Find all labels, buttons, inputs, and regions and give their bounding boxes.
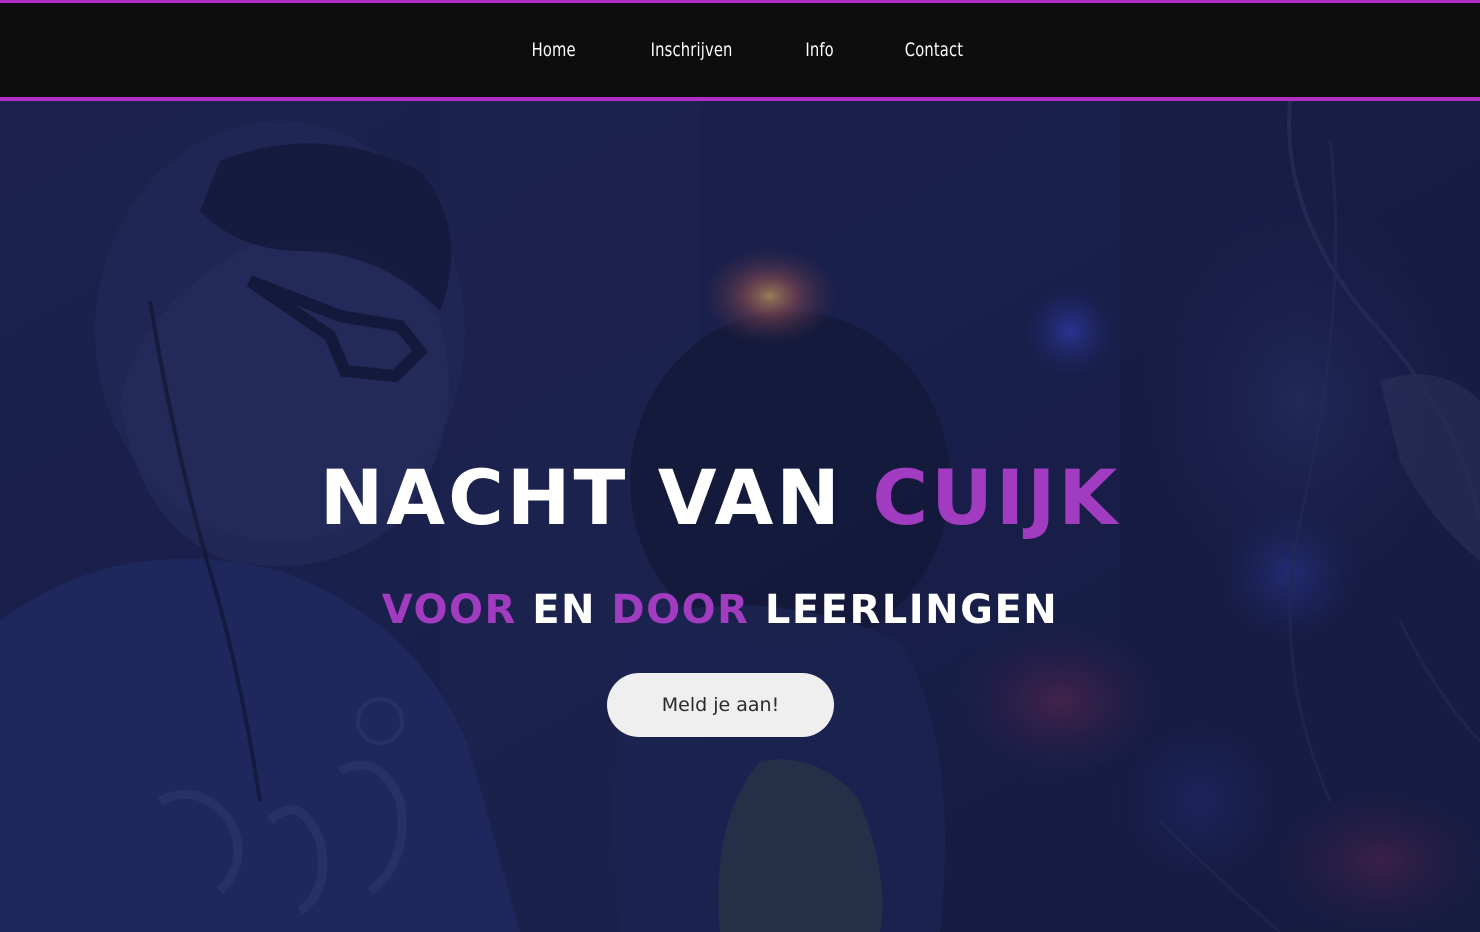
hero-section: NACHT VAN CUIJK VOOR EN DOOR LEERLINGEN …	[0, 101, 1480, 932]
signup-button[interactable]: Meld je aan!	[607, 673, 834, 737]
hero-title-white: NACHT VAN	[319, 453, 873, 542]
main-navigation: Home Inschrijven Info Contact	[0, 3, 1480, 97]
top-navbar: Home Inschrijven Info Contact	[0, 0, 1480, 101]
subtitle-leerlingen: LEERLINGEN	[749, 587, 1059, 633]
hero-content: NACHT VAN CUIJK VOOR EN DOOR LEERLINGEN …	[0, 101, 1480, 932]
nav-item-info[interactable]: Info	[805, 39, 834, 61]
hero-subtitle: VOOR EN DOOR LEERLINGEN	[0, 587, 1440, 633]
nav-item-home[interactable]: Home	[532, 39, 576, 61]
subtitle-voor: VOOR	[381, 587, 517, 633]
hero-title-accent: CUIJK	[872, 453, 1121, 542]
nav-item-inschrijven[interactable]: Inschrijven	[650, 39, 732, 61]
subtitle-en: EN	[516, 587, 612, 633]
nav-item-contact[interactable]: Contact	[905, 39, 963, 61]
hero-title: NACHT VAN CUIJK	[0, 453, 1440, 542]
subtitle-door: DOOR	[611, 587, 750, 633]
page: Home Inschrijven Info Contact NACHT VAN …	[0, 0, 1480, 932]
